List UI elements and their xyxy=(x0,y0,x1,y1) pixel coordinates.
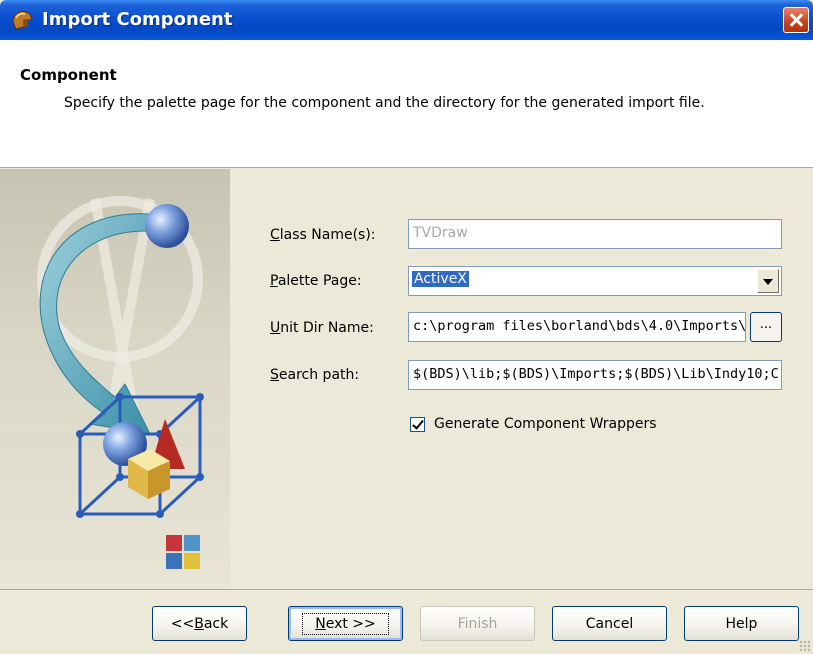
resize-grip-icon[interactable] xyxy=(799,640,811,652)
unit-dir-label: Unit Dir Name: xyxy=(270,320,374,336)
palette-page-value: ActiveX xyxy=(412,271,469,287)
unit-dir-input[interactable]: c:\program files\borland\bds\4.0\Imports… xyxy=(408,312,746,342)
wizard-illustration xyxy=(0,169,230,589)
finish-button[interactable]: Finish xyxy=(420,606,535,641)
palette-page-label: Palette Page: xyxy=(270,273,362,289)
page-description: Specify the palette page for the compone… xyxy=(64,95,705,111)
borland-helmet-icon xyxy=(12,11,32,30)
close-icon[interactable] xyxy=(783,7,809,33)
title-bar[interactable]: Import Component xyxy=(0,0,813,40)
next-button[interactable]: Next >> xyxy=(288,606,403,641)
wizard-footer: << Back Next >> Finish Cancel Help xyxy=(0,589,813,654)
class-names-label: Class Name(s): xyxy=(270,227,376,243)
search-path-input[interactable]: $(BDS)\lib;$(BDS)\Imports;$(BDS)\Lib\Ind… xyxy=(408,360,782,390)
component-illustration-icon xyxy=(37,196,204,569)
back-button[interactable]: << Back xyxy=(152,606,247,641)
window-title: Import Component xyxy=(42,9,233,30)
help-button[interactable]: Help xyxy=(684,606,799,641)
class-names-input[interactable]: TVDraw xyxy=(408,219,782,249)
wizard-form: Class Name(s): TVDraw Palette Page: Acti… xyxy=(230,169,813,589)
page-title: Component xyxy=(20,66,117,84)
generate-wrappers-checkbox[interactable] xyxy=(410,417,425,432)
chevron-down-icon[interactable] xyxy=(757,269,779,293)
palette-page-select[interactable]: ActiveX xyxy=(408,266,782,296)
import-component-dialog: Import Component Component Specify the p… xyxy=(0,0,813,654)
search-path-label: Search path: xyxy=(270,367,360,383)
cancel-button[interactable]: Cancel xyxy=(552,606,667,641)
wizard-header: Component Specify the palette page for t… xyxy=(0,40,813,168)
generate-wrappers-label[interactable]: Generate Component Wrappers xyxy=(434,416,657,432)
browse-unit-dir-button[interactable]: ... xyxy=(750,312,782,342)
